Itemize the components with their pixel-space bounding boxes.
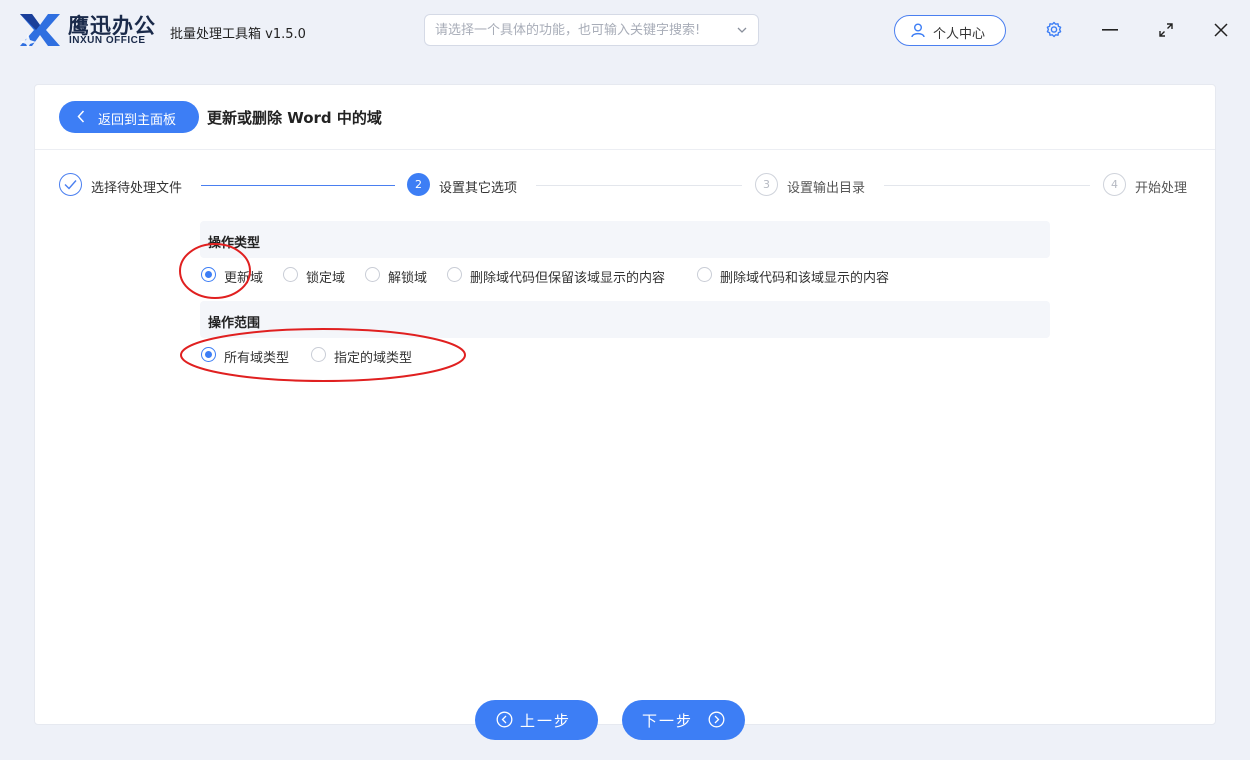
radio-button[interactable] [365, 267, 380, 282]
gear-icon[interactable] [1045, 21, 1063, 39]
radio-button[interactable] [201, 347, 216, 362]
user-center-button[interactable]: 个人中心 [894, 15, 1006, 46]
radio-specified-field-types[interactable]: 指定的域类型 [311, 345, 423, 366]
radio-lock-field[interactable]: 锁定域 [283, 265, 355, 286]
step-connector [884, 185, 1090, 186]
step-connector [536, 185, 742, 186]
circle-chevron-left-icon [496, 711, 513, 728]
previous-step-label: 上一步 [520, 712, 572, 730]
chevron-down-icon[interactable] [736, 24, 748, 36]
step-4-indicator: 4 [1103, 173, 1126, 196]
next-step-label: 下一步 [642, 712, 694, 730]
back-to-home-button[interactable]: 返回到主面板 [59, 101, 199, 133]
user-icon [911, 23, 925, 38]
search-box[interactable] [424, 14, 759, 46]
panel-header: 返回到主面板 更新或删除 Word 中的域 [35, 85, 1215, 150]
radio-unlock-field[interactable]: 解锁域 [365, 265, 437, 286]
radio-button[interactable] [311, 347, 326, 362]
radio-label: 所有域类型 [224, 351, 290, 366]
step-connector [201, 185, 395, 186]
operation-scope-heading: 操作范围 [208, 316, 261, 331]
minimize-icon[interactable] [1102, 29, 1118, 31]
radio-label: 更新域 [224, 271, 264, 286]
radio-delete-keep-content[interactable]: 删除域代码但保留该域显示的内容 [447, 265, 687, 286]
radio-button[interactable] [447, 267, 462, 282]
radio-label: 删除域代码但保留该域显示的内容 [470, 271, 666, 286]
search-input[interactable] [435, 20, 725, 40]
next-step-button[interactable]: 下一步 [622, 700, 745, 740]
circle-chevron-right-icon [708, 711, 725, 728]
radio-delete-all[interactable]: 删除域代码和该域显示的内容 [697, 265, 909, 286]
step-1-indicator [59, 173, 82, 196]
radio-update-field[interactable]: 更新域 [201, 265, 273, 286]
operation-type-heading: 操作类型 [208, 236, 261, 251]
back-label: 返回到主面板 [98, 113, 177, 128]
app-title: 批量处理工具箱 v1.5.0 [170, 27, 306, 42]
radio-button[interactable] [697, 267, 712, 282]
maximize-icon[interactable] [1159, 23, 1173, 37]
radio-label: 删除域代码和该域显示的内容 [720, 271, 890, 286]
title-bar: 鹰迅办公 INXUN OFFICE 批量处理工具箱 v1.5.0 个人中心 [0, 0, 1250, 60]
radio-label: 锁定域 [306, 271, 346, 286]
step-2-label: 设置其它选项 [439, 181, 518, 196]
radio-button[interactable] [201, 267, 216, 282]
app-logo-icon [20, 14, 60, 48]
previous-step-button[interactable]: 上一步 [475, 700, 598, 740]
step-4-label: 开始处理 [1135, 181, 1188, 196]
operation-type-header: 操作类型 [200, 221, 1050, 258]
radio-all-field-types[interactable]: 所有域类型 [201, 345, 301, 366]
brand-name-en: INXUN OFFICE [69, 35, 146, 46]
operation-scope-header: 操作范围 [200, 301, 1050, 338]
radio-button[interactable] [283, 267, 298, 282]
step-3-label: 设置输出目录 [787, 181, 866, 196]
step-1-label: 选择待处理文件 [91, 181, 183, 196]
close-icon[interactable] [1214, 23, 1228, 37]
step-3-indicator: 3 [755, 173, 778, 196]
radio-label: 指定的域类型 [334, 351, 413, 366]
check-icon [64, 180, 77, 190]
main-panel: 返回到主面板 更新或删除 Word 中的域 [34, 84, 1216, 725]
page-title: 更新或删除 Word 中的域 [207, 109, 382, 127]
step-2-indicator: 2 [407, 173, 430, 196]
user-center-label: 个人中心 [933, 27, 986, 42]
radio-label: 解锁域 [388, 271, 428, 286]
chevron-left-icon [77, 110, 85, 123]
